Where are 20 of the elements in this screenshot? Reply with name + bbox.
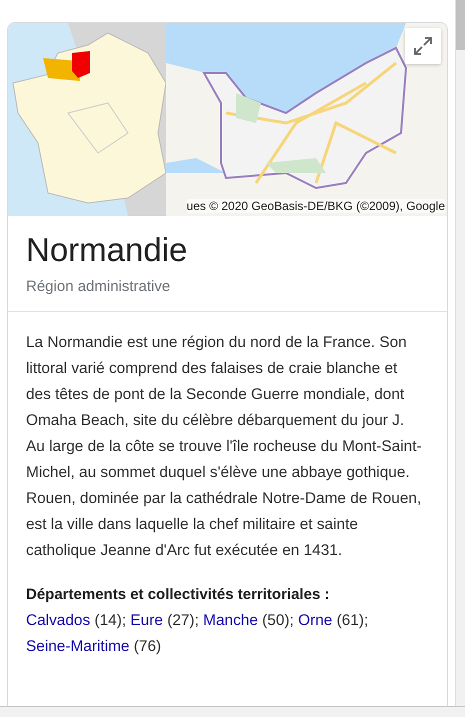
department-link[interactable]: Manche [203, 612, 258, 629]
expand-button[interactable] [405, 28, 441, 64]
department-link[interactable]: Orne [298, 612, 332, 629]
description-text: La Normandie est une région du nord de la France. Son littoral varié comprend des falaises de craie blanche et des têtes de pont de la Seconde Guerre mondiale, dont Omaha Beach, site du célèbre débarquement du jour J. Au large de la côte se trouve l'île rocheuse du Mont-Saint-Michel, au sommet duquel s'élève une abbaye gothique. Rouen, dominée par la cathédrale Notre-Dame de Rouen, est la ville dans laquelle la chef militaire et sainte catholique Jeanne d'Arc fut exécutée en 1431. [26, 333, 423, 561]
department-code: (76) [134, 638, 162, 655]
department-link[interactable]: Seine-Maritime [26, 638, 130, 655]
horizontal-scrollbar[interactable] [0, 706, 465, 717]
vertical-scrollbar[interactable] [455, 0, 465, 707]
expand-icon [413, 36, 433, 56]
department-code: (14); [94, 612, 126, 629]
department-code: (27); [167, 612, 199, 629]
department-code: (61); [336, 612, 368, 629]
place-subtitle: Région administrative [26, 278, 172, 295]
department-link[interactable]: Calvados [26, 612, 90, 629]
scrollbar-thumb[interactable] [456, 0, 465, 50]
place-title: Normandie [26, 230, 188, 270]
departments-heading: Départements et collectivités territoriales : [26, 585, 330, 605]
department-link[interactable]: Eure [130, 612, 163, 629]
map-attribution: ues © 2020 GeoBasis-DE/BKG (©2009), Google [186, 199, 445, 213]
department-code: (50); [262, 612, 294, 629]
